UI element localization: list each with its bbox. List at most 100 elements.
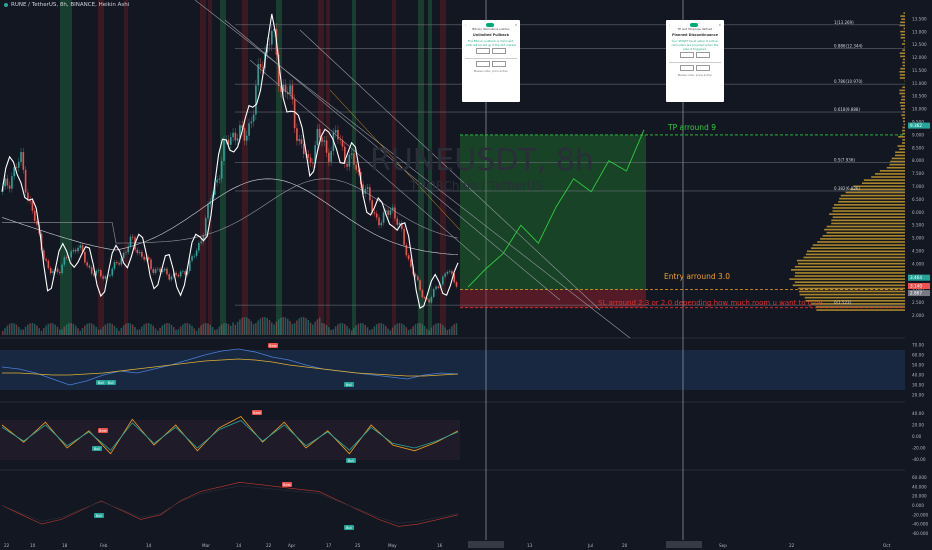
candle-body: [194, 256, 196, 257]
card-button[interactable]: [492, 61, 506, 67]
x-axis-tick: 14: [146, 543, 152, 548]
volume-bar: [95, 327, 97, 335]
volume-bar: [326, 325, 328, 335]
signal-badge-text: Bull: [98, 381, 104, 385]
volume-bar: [146, 323, 148, 335]
card-button[interactable]: [476, 48, 490, 54]
candle-body: [196, 251, 198, 256]
volume-bar: [9, 324, 11, 335]
volume-bar: [248, 319, 250, 335]
volume-bar: [34, 324, 36, 335]
volume-bar: [127, 323, 128, 335]
volume-profile-bar: [795, 275, 905, 277]
volume-profile-bar: [902, 130, 905, 132]
candle-body: [369, 187, 371, 200]
card-button[interactable]: [680, 65, 694, 71]
volume-profile-bar: [901, 37, 905, 39]
y-axis-tick: 10.500: [912, 94, 927, 99]
candle-body: [219, 179, 221, 180]
osc2-axis-tick: 40.00: [912, 411, 924, 416]
oscillator-1-band: [0, 350, 905, 390]
volume-bar: [415, 324, 417, 335]
idea-card-1[interactable]: ‹ ✕ Bitcoin dominance sudden Unlimited Pu…: [462, 20, 520, 102]
volume-bar: [205, 323, 207, 335]
osc2-axis-tick: -40.00: [912, 457, 926, 462]
card-button[interactable]: [680, 52, 694, 58]
volume-bar: [360, 323, 362, 335]
volume-bar: [2, 331, 4, 335]
entry-annotation: Entry arround 3.0: [664, 272, 730, 281]
candle-body: [380, 223, 382, 225]
candle-body: [109, 275, 111, 276]
volume-bar: [141, 327, 143, 335]
candle-body: [365, 189, 367, 194]
card-prev-icon[interactable]: ‹: [669, 23, 670, 27]
candle-body: [171, 277, 173, 280]
volume-bar: [244, 317, 246, 335]
volume-profile-bar: [890, 161, 905, 163]
candle-body: [80, 245, 82, 248]
volume-bar: [453, 324, 455, 335]
card-button[interactable]: [492, 48, 506, 54]
osc2-axis-tick: 0.00: [912, 434, 922, 439]
card-body: The Bitcoin pullback is imminent. ALTs w…: [465, 39, 517, 47]
volume-bar: [424, 326, 426, 335]
candle-body: [75, 250, 77, 251]
volume-bar: [257, 320, 259, 335]
volume-bar: [314, 322, 316, 335]
volume-bar: [50, 323, 52, 335]
volume-bar: [371, 329, 373, 335]
volume-bar: [11, 323, 13, 335]
volume-bar: [102, 327, 104, 335]
volume-profile-bar: [833, 216, 905, 218]
osc3-axis-tick: 40.000: [912, 484, 927, 489]
volume-bar: [221, 324, 223, 335]
volume-bar: [61, 329, 63, 335]
volume-bar: [91, 323, 93, 335]
volume-profile-bar: [903, 117, 905, 119]
volume-bar: [207, 323, 209, 335]
volume-bar: [312, 325, 314, 335]
volume-bar: [162, 325, 164, 335]
volume-bar: [212, 327, 214, 335]
volume-bar: [422, 324, 424, 335]
candle-body: [157, 269, 159, 270]
card-close-icon[interactable]: ✕: [514, 23, 517, 27]
candle-body: [7, 179, 9, 186]
signal-badge: Bull: [96, 380, 106, 385]
volume-bar: [23, 330, 25, 335]
volume-bar: [32, 323, 34, 335]
volume-bar: [84, 326, 86, 335]
volume-profile-bar: [871, 176, 905, 178]
y-axis-tick: 4.500: [912, 248, 924, 253]
card-close-icon[interactable]: ✕: [718, 23, 721, 27]
x-axis-tick: 22: [266, 543, 272, 548]
candle-body: [335, 130, 337, 133]
card-title: Unlimited Pullback: [465, 33, 517, 37]
x-axis-tick: 22: [4, 543, 10, 548]
osc3-axis-tick: 20.000: [912, 494, 927, 499]
signal-badge-text: Bull: [348, 459, 354, 463]
card-button[interactable]: [696, 65, 710, 71]
volume-bar: [100, 329, 102, 335]
volume-bar: [13, 323, 15, 335]
card-prev-icon[interactable]: ‹: [465, 23, 466, 27]
candle-body: [155, 269, 157, 273]
candle-body: [168, 274, 170, 279]
volume-profile-bar: [798, 263, 905, 265]
volume-profile-bar: [901, 105, 905, 107]
volume-bar: [294, 323, 296, 335]
volume-bar: [260, 318, 262, 335]
candle-body: [312, 163, 314, 164]
volume-bar: [264, 317, 266, 335]
volume-bar: [150, 324, 152, 335]
volume-bar: [319, 318, 321, 335]
candle-body: [205, 218, 207, 235]
card-button[interactable]: [476, 61, 490, 67]
volume-bar: [209, 325, 211, 335]
volume-bar: [447, 330, 449, 335]
card-button[interactable]: [696, 52, 710, 58]
y-axis-tick: 7.000: [912, 184, 924, 189]
idea-card-2[interactable]: ‹ ✕ TP and Stop-loss defined Planned Disc…: [666, 20, 724, 102]
volume-bar: [328, 327, 330, 335]
